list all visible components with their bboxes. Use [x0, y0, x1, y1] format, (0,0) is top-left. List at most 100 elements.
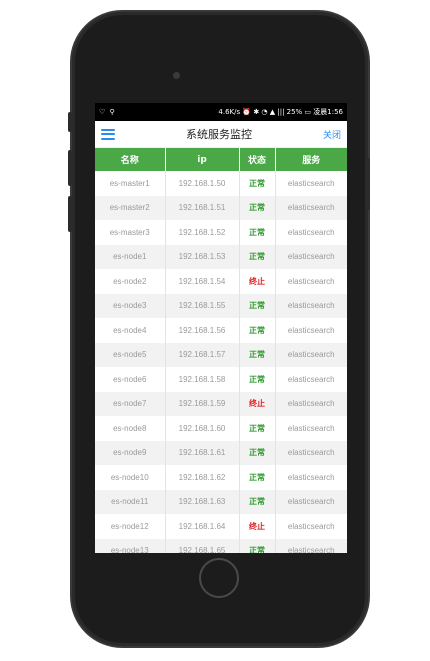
table-row[interactable]: es-master3 192.168.1.52 正常 elasticsearch — [95, 220, 347, 245]
table-row[interactable]: es-node10 192.168.1.62 正常 elasticsearch — [95, 465, 347, 490]
cell-status: 正常 — [239, 465, 276, 490]
cell-name: es-node2 — [95, 269, 166, 294]
cell-name: es-node3 — [95, 293, 166, 318]
table-row[interactable]: es-node12 192.168.1.64 终止 elasticsearch — [95, 514, 347, 539]
cell-ip: 192.168.1.50 — [165, 171, 240, 196]
cell-ip: 192.168.1.57 — [165, 342, 240, 367]
cell-name: es-node8 — [95, 416, 166, 441]
cell-status: 正常 — [239, 244, 276, 269]
cell-ip: 192.168.1.62 — [165, 465, 240, 490]
volume-up-button — [68, 150, 72, 186]
power-button — [366, 158, 370, 210]
table-header-row: 名称 ip 状态 服务 — [95, 148, 347, 171]
cell-status: 终止 — [239, 514, 276, 539]
cell-ip: 192.168.1.63 — [165, 489, 240, 514]
cell-name: es-node10 — [95, 465, 166, 490]
cell-status: 正常 — [239, 440, 276, 465]
cell-name: es-node7 — [95, 391, 166, 416]
cell-service: elasticsearch — [275, 342, 347, 367]
table-row[interactable]: es-node6 192.168.1.58 正常 elasticsearch — [95, 367, 347, 392]
cell-status: 正常 — [239, 489, 276, 514]
cell-status: 正常 — [239, 293, 276, 318]
cell-ip: 192.168.1.56 — [165, 318, 240, 343]
cell-status: 终止 — [239, 269, 276, 294]
volume-down-button — [68, 196, 72, 232]
table-row[interactable]: es-master2 192.168.1.51 正常 elasticsearch — [95, 195, 347, 220]
table-row[interactable]: es-node9 192.168.1.61 正常 elasticsearch — [95, 440, 347, 465]
cell-ip: 192.168.1.53 — [165, 244, 240, 269]
table-row[interactable]: es-node13 192.168.1.65 正常 elasticsearch — [95, 538, 347, 553]
app-screen: ♡ ⚲ 4.6K/s ⏰ ✱ ◔ ▲ ||| 25% ▭ 凌晨1:56 系统服务… — [95, 103, 347, 553]
table-row[interactable]: es-node11 192.168.1.63 正常 elasticsearch — [95, 489, 347, 514]
cell-name: es-master1 — [95, 171, 166, 196]
cell-service: elasticsearch — [275, 269, 347, 294]
cell-ip: 192.168.1.54 — [165, 269, 240, 294]
table-row[interactable]: es-node8 192.168.1.60 正常 elasticsearch — [95, 416, 347, 441]
cell-service: elasticsearch — [275, 244, 347, 269]
table-row[interactable]: es-node5 192.168.1.57 正常 elasticsearch — [95, 342, 347, 367]
table-row[interactable]: es-node3 192.168.1.55 正常 elasticsearch — [95, 293, 347, 318]
cell-service: elasticsearch — [275, 367, 347, 392]
home-button[interactable] — [199, 558, 239, 598]
status-bar: ♡ ⚲ 4.6K/s ⏰ ✱ ◔ ▲ ||| 25% ▭ 凌晨1:56 — [95, 103, 347, 121]
cell-service: elasticsearch — [275, 465, 347, 490]
cell-ip: 192.168.1.65 — [165, 538, 240, 553]
table-row[interactable]: es-node2 192.168.1.54 终止 elasticsearch — [95, 269, 347, 294]
cell-status: 正常 — [239, 220, 276, 245]
cell-service: elasticsearch — [275, 440, 347, 465]
cell-status: 正常 — [239, 367, 276, 392]
cell-ip: 192.168.1.64 — [165, 514, 240, 539]
cell-name: es-master2 — [95, 195, 166, 220]
cell-name: es-node5 — [95, 342, 166, 367]
service-table: 名称 ip 状态 服务 es-master1 192.168.1.50 正常 elas… — [95, 148, 347, 553]
cell-service: elasticsearch — [275, 489, 347, 514]
cell-service: elasticsearch — [275, 220, 347, 245]
cell-service: elasticsearch — [275, 293, 347, 318]
nav-bar: 系统服务监控 关闭 — [95, 121, 347, 148]
cell-service: elasticsearch — [275, 318, 347, 343]
cell-ip: 192.168.1.61 — [165, 440, 240, 465]
cell-name: es-node9 — [95, 440, 166, 465]
hamburger-menu-icon[interactable] — [101, 128, 115, 140]
table-row[interactable]: es-master1 192.168.1.50 正常 elasticsearch — [95, 171, 347, 196]
column-header-service: 服务 — [275, 148, 347, 171]
column-header-ip: ip — [165, 148, 240, 171]
cell-status: 正常 — [239, 171, 276, 196]
cell-name: es-node6 — [95, 367, 166, 392]
cell-status: 正常 — [239, 342, 276, 367]
cell-service: elasticsearch — [275, 391, 347, 416]
cell-name: es-node12 — [95, 514, 166, 539]
cell-service: elasticsearch — [275, 514, 347, 539]
cell-status: 正常 — [239, 538, 276, 553]
cell-status: 正常 — [239, 318, 276, 343]
page-title: 系统服务监控 — [185, 128, 252, 141]
close-button[interactable]: 关闭 — [323, 128, 341, 141]
cell-status: 正常 — [239, 195, 276, 220]
cell-ip: 192.168.1.60 — [165, 416, 240, 441]
cell-name: es-master3 — [95, 220, 166, 245]
column-header-name: 名称 — [95, 148, 166, 171]
cell-ip: 192.168.1.58 — [165, 367, 240, 392]
cell-ip: 192.168.1.55 — [165, 293, 240, 318]
cell-service: elasticsearch — [275, 416, 347, 441]
front-camera — [173, 72, 180, 79]
cell-ip: 192.168.1.52 — [165, 220, 240, 245]
table-row[interactable]: es-node7 192.168.1.59 终止 elasticsearch — [95, 391, 347, 416]
cell-name: es-node1 — [95, 244, 166, 269]
cell-ip: 192.168.1.59 — [165, 391, 240, 416]
cell-name: es-node4 — [95, 318, 166, 343]
cell-status: 终止 — [239, 391, 276, 416]
table-row[interactable]: es-node1 192.168.1.53 正常 elasticsearch — [95, 244, 347, 269]
cell-service: elasticsearch — [275, 195, 347, 220]
cell-name: es-node11 — [95, 489, 166, 514]
cell-service: elasticsearch — [275, 538, 347, 553]
table-row[interactable]: es-node4 192.168.1.56 正常 elasticsearch — [95, 318, 347, 343]
status-bar-left: ♡ ⚲ — [99, 108, 116, 116]
cell-service: elasticsearch — [275, 171, 347, 196]
column-header-status: 状态 — [239, 148, 276, 171]
mute-switch — [68, 112, 72, 132]
cell-ip: 192.168.1.51 — [165, 195, 240, 220]
status-bar-right: 4.6K/s ⏰ ✱ ◔ ▲ ||| 25% ▭ 凌晨1:56 — [218, 108, 343, 116]
cell-name: es-node13 — [95, 538, 166, 553]
cell-status: 正常 — [239, 416, 276, 441]
